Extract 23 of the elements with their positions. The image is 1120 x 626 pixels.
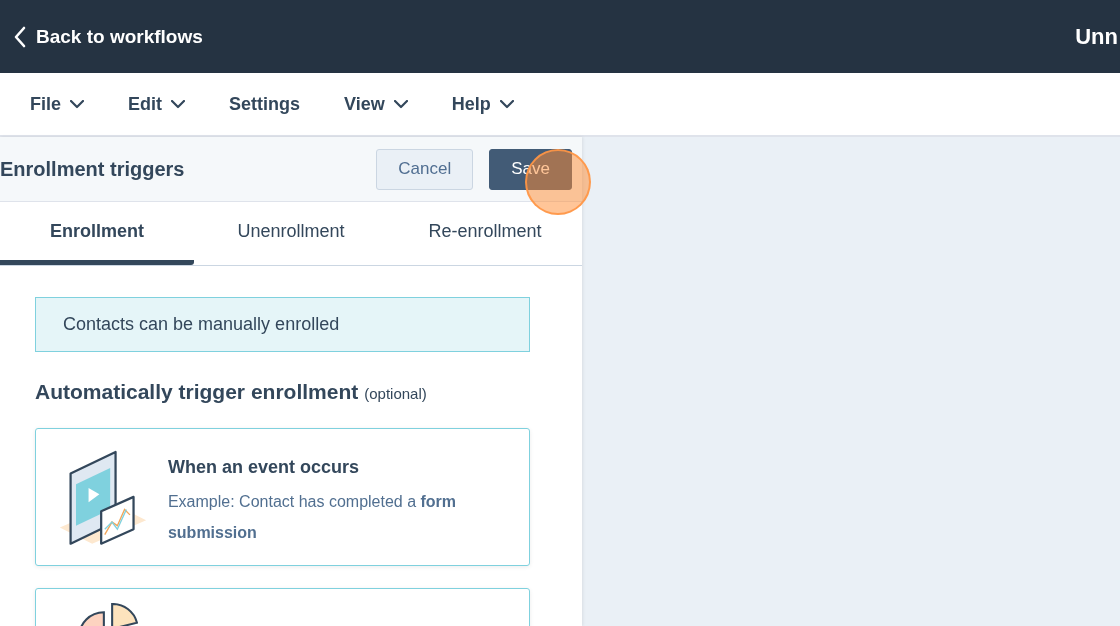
menu-item[interactable]: Settings: [229, 93, 301, 115]
back-link[interactable]: Back to workflows: [0, 25, 203, 48]
section-heading: Automatically trigger enrollment: [35, 380, 359, 404]
panel-title: Enrollment triggers: [0, 157, 185, 181]
chevron-down-icon: [393, 99, 408, 109]
menu-item[interactable]: View: [344, 93, 408, 115]
chevron-down-icon: [499, 99, 514, 109]
menu-item[interactable]: Edit: [128, 93, 185, 115]
menu-item[interactable]: Help: [451, 93, 514, 115]
menu-item[interactable]: File: [30, 93, 84, 115]
tab[interactable]: Enrollment: [0, 202, 194, 265]
tab[interactable]: Re-enrollment: [388, 202, 582, 265]
workflow-title: Unn: [1075, 23, 1119, 50]
chevron-down-icon: [171, 99, 185, 109]
optional-note: (optional): [364, 385, 427, 402]
manual-enrollment-notice: Contacts can be manually enrolled: [35, 297, 530, 352]
cancel-button[interactable]: Cancel: [376, 148, 474, 190]
chevron-left-icon: [14, 25, 26, 48]
card-description: Example: Contact has completed a form submission: [167, 492, 458, 543]
tab[interactable]: Unenrollment: [194, 202, 388, 265]
trigger-card[interactable]: When an event occurs Example: Contact has completed a form submission: [35, 428, 530, 566]
card-title: When an event occurs: [167, 457, 360, 478]
chevron-down-icon: [70, 99, 84, 109]
